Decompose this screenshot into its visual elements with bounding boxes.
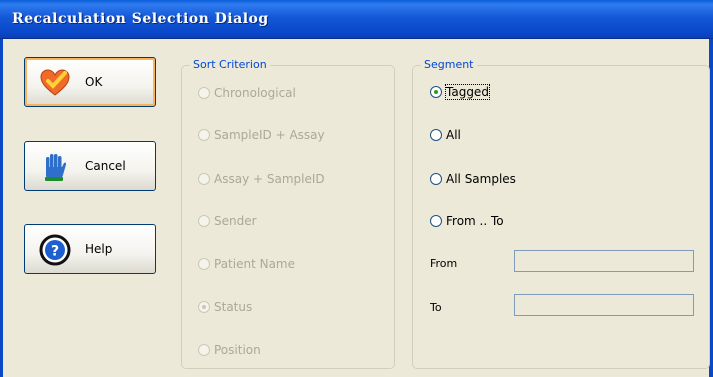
radio-button (198, 215, 210, 227)
option-label: Tagged (445, 84, 490, 100)
svg-text:?: ? (51, 244, 59, 260)
help-label: Help (85, 242, 113, 256)
segment-legend: Segment (421, 58, 477, 71)
to-field[interactable] (514, 294, 694, 316)
from-field[interactable] (514, 250, 694, 272)
option-label: Position (214, 343, 261, 357)
option-label: Patient Name (214, 257, 295, 271)
radio-button (198, 129, 210, 141)
sort-criterion-group: Sort Criterion Chronological SampleID + … (181, 58, 395, 369)
help-button[interactable]: ? Help (24, 224, 156, 274)
option-label: Status (214, 300, 253, 314)
option-label: Sender (214, 214, 257, 228)
radio-button (430, 86, 442, 98)
cancel-button[interactable]: Cancel (24, 141, 156, 191)
stop-hand-icon (39, 151, 71, 183)
option-label: Assay + SampleID (214, 172, 325, 186)
ok-label: OK (85, 75, 103, 89)
cancel-label: Cancel (85, 159, 126, 173)
radio-button (198, 173, 210, 185)
from-label: From (430, 257, 458, 270)
option-label: Chronological (214, 86, 296, 100)
radio-button (198, 87, 210, 99)
option-label: SampleID + Assay (214, 128, 325, 142)
radio-button (198, 344, 210, 356)
sort-criterion-legend: Sort Criterion (190, 58, 270, 71)
ok-button[interactable]: OK (24, 57, 156, 107)
segment-group: Segment Tagged All All Samples From .. T… (412, 58, 710, 369)
radio-button (198, 258, 210, 270)
window-title: Recalculation Selection Dialog (12, 11, 269, 27)
radio-button (430, 129, 442, 141)
radio-button (198, 301, 210, 313)
radio-button (430, 173, 442, 185)
option-label: From .. To (446, 214, 504, 228)
to-label: To (430, 301, 442, 314)
option-label: All (446, 128, 461, 142)
heart-check-icon (39, 67, 71, 99)
radio-button (430, 215, 442, 227)
title-bar[interactable]: Recalculation Selection Dialog (0, 0, 713, 39)
question-icon: ? (39, 234, 71, 266)
option-label: All Samples (446, 172, 516, 186)
window-frame-left (0, 39, 3, 377)
